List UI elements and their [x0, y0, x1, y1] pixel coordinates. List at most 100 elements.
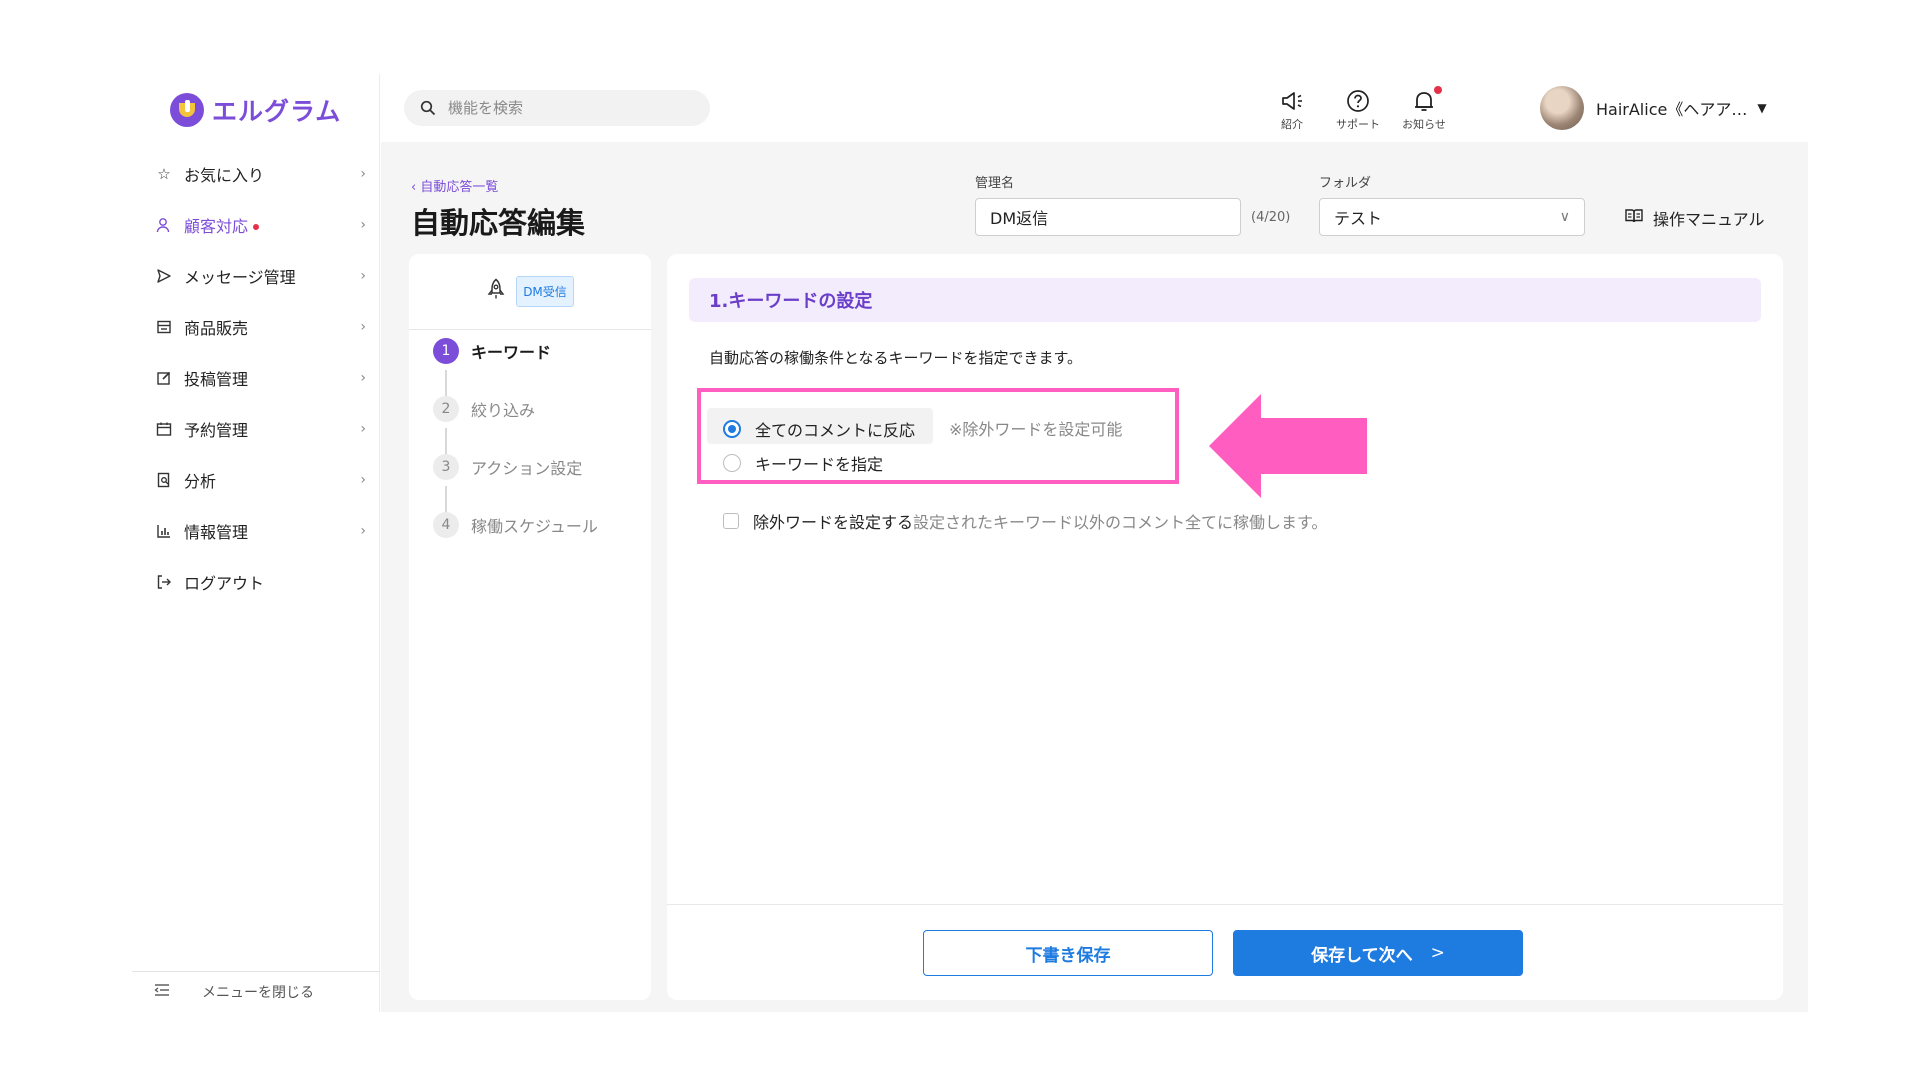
save-draft-button[interactable]: 下書き保存 — [923, 930, 1213, 976]
sidebar-item-label: 顧客対応 — [184, 216, 249, 236]
notifications-button[interactable]: お知らせ — [1394, 86, 1454, 132]
sidebar-item-posts[interactable]: 投稿管理 › — [132, 352, 380, 403]
step-label: キーワード — [471, 343, 552, 362]
logout-icon — [154, 572, 174, 592]
notification-dot — [253, 224, 260, 230]
sidebar-item-label: 投稿管理 — [184, 369, 249, 389]
sidebar-item-label: 商品販売 — [184, 318, 249, 338]
folder-select[interactable]: テスト ∨ — [1319, 198, 1585, 236]
caret-down-icon: ▼ — [1757, 101, 1767, 115]
pointer-arrow — [1209, 394, 1367, 498]
chevron-down-icon: ∨ — [1559, 209, 1570, 225]
referral-button[interactable]: 紹介 — [1262, 88, 1322, 132]
person-icon — [154, 215, 174, 235]
book-icon — [1625, 208, 1643, 228]
back-link-label: 自動応答一覧 — [420, 180, 499, 195]
save-and-next-button[interactable]: 保存して次へ > — [1233, 930, 1523, 976]
sidebar-item-customer-support[interactable]: 顧客対応 › — [132, 199, 380, 250]
manual-label: 操作マニュアル — [1653, 210, 1765, 229]
sidebar-nav: ☆ お気に入り › 顧客対応 › メッセージ管理 › 商品販売 › 投稿管理 ›… — [132, 148, 380, 607]
section-description: 自動応答の稼働条件となるキーワードを指定できます。 — [709, 349, 1083, 367]
search-icon — [420, 100, 436, 116]
chevron-right-icon: › — [360, 318, 366, 335]
folder-selected-value: テスト — [1334, 209, 1383, 228]
user-name: HairAlice《ヘアア… — [1596, 100, 1748, 119]
step-connector — [445, 428, 447, 454]
calendar-icon — [154, 419, 174, 439]
name-field-label: 管理名 — [975, 176, 1015, 191]
page-title: 自動応答編集 — [411, 206, 586, 240]
chevron-right-icon: › — [360, 267, 366, 284]
notifications-label: お知らせ — [1402, 118, 1446, 131]
step-connector — [445, 370, 447, 396]
step-keyword[interactable]: 1 キーワード — [433, 338, 551, 364]
step-action-settings[interactable]: 3 アクション設定 — [433, 454, 582, 480]
sidebar-item-sales[interactable]: 商品販売 › — [132, 301, 380, 352]
chevron-left-icon: ‹ — [411, 180, 417, 195]
chevron-right-icon: › — [360, 522, 366, 539]
chevron-right-icon: › — [360, 165, 366, 182]
folder-field-label: フォルダ — [1319, 176, 1372, 191]
step-label: 稼働スケジュール — [471, 517, 598, 536]
trigger-header: DM受信 — [409, 254, 651, 330]
store-icon — [154, 317, 174, 337]
close-menu-label: メニューを閉じる — [202, 985, 314, 1001]
chevron-right-icon: › — [360, 369, 366, 386]
manual-link[interactable]: 操作マニュアル — [1625, 206, 1765, 230]
step-schedule[interactable]: 4 稼働スケジュール — [433, 512, 598, 538]
menu-collapse-icon — [154, 983, 172, 1001]
steps-panel: DM受信 1 キーワード 2 絞り込み 3 アクション設定 4 稼働スケジュール — [409, 254, 651, 1000]
step-number: 4 — [433, 512, 459, 538]
search-input[interactable] — [448, 99, 688, 117]
brand-logo[interactable]: エルグラム — [170, 90, 341, 130]
back-link[interactable]: ‹ 自動応答一覧 — [411, 176, 498, 195]
sidebar: エルグラム ☆ お気に入り › 顧客対応 › メッセージ管理 › 商品販売 › … — [132, 74, 380, 1012]
sidebar-item-label: ログアウト — [184, 573, 265, 593]
step-number: 3 — [433, 454, 459, 480]
exclude-words-option[interactable]: 除外ワードを設定する — [723, 509, 913, 533]
user-menu[interactable]: HairAlice《ヘアア… ▼ — [1540, 86, 1767, 130]
sidebar-item-logout[interactable]: ログアウト — [132, 556, 380, 607]
footer-divider — [667, 904, 1783, 905]
step-filter[interactable]: 2 絞り込み — [433, 396, 535, 422]
app-window: エルグラム ☆ お気に入り › 顧客対応 › メッセージ管理 › 商品販売 › … — [132, 74, 1808, 1012]
send-icon — [154, 266, 174, 286]
support-button[interactable]: サポート — [1328, 88, 1388, 132]
chevron-right-icon: › — [360, 420, 366, 437]
sidebar-item-messages[interactable]: メッセージ管理 › — [132, 250, 380, 301]
star-icon: ☆ — [157, 164, 171, 183]
step-number: 1 — [433, 338, 459, 364]
referral-label: 紹介 — [1281, 118, 1303, 131]
trigger-badge: DM受信 — [516, 276, 574, 307]
bell-icon — [1413, 86, 1442, 114]
step-label: 絞り込み — [471, 401, 536, 420]
search-box[interactable] — [404, 90, 710, 126]
chevron-right-icon: › — [360, 216, 366, 233]
bar-chart-icon — [154, 521, 174, 541]
sidebar-item-label: メッセージ管理 — [184, 267, 296, 287]
sidebar-item-reservations[interactable]: 予約管理 › — [132, 403, 380, 454]
sidebar-item-favorites[interactable]: ☆ お気に入り › — [132, 148, 380, 199]
keyword-settings-panel: 1.キーワードの設定 自動応答の稼働条件となるキーワードを指定できます。 全ての… — [667, 254, 1783, 1000]
save-and-next-label: 保存して次へ — [1311, 945, 1413, 966]
sidebar-item-label: 分析 — [184, 471, 217, 491]
brand-mark-icon — [170, 93, 204, 127]
chevron-right-icon: > — [1430, 943, 1445, 963]
rocket-icon — [486, 278, 506, 305]
name-char-counter: (4/20) — [1251, 210, 1291, 225]
main-area: ‹ 自動応答一覧 自動応答編集 管理名 (4/20) フォルダ テスト ∨ 操作… — [381, 142, 1808, 1012]
sidebar-item-info[interactable]: 情報管理 › — [132, 505, 380, 556]
megaphone-icon — [1280, 88, 1304, 114]
exclude-words-checkbox[interactable] — [723, 513, 739, 529]
close-menu-button[interactable]: メニューを閉じる — [132, 971, 380, 1012]
step-connector — [445, 486, 447, 512]
brand-name: エルグラム — [212, 97, 342, 126]
sidebar-item-label: お気に入り — [184, 165, 265, 185]
step-label: アクション設定 — [471, 459, 583, 478]
step-number: 2 — [433, 396, 459, 422]
support-label: サポート — [1336, 118, 1380, 131]
sidebar-item-analytics[interactable]: 分析 › — [132, 454, 380, 505]
name-field[interactable] — [975, 198, 1241, 236]
notification-dot — [1434, 86, 1442, 94]
avatar — [1540, 86, 1584, 130]
